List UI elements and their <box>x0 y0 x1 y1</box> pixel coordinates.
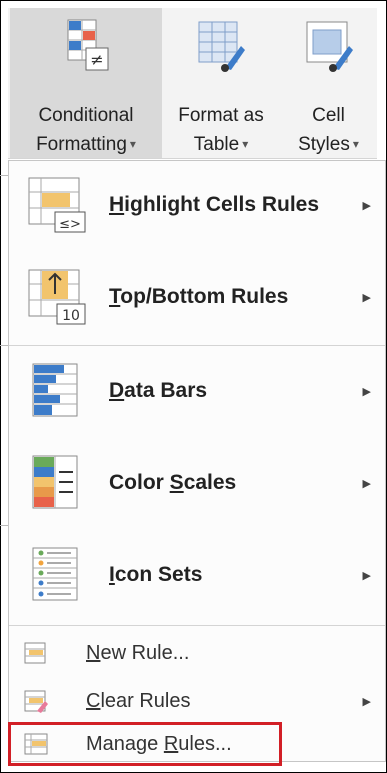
highlight-cells-icon: ≤> <box>28 177 86 233</box>
menu-item-icon-sets[interactable]: Icon Sets ▶ <box>9 531 385 623</box>
format-as-table-label-2: Table <box>193 134 240 155</box>
menu-item-data-bars[interactable]: Data Bars ▶ <box>9 347 385 439</box>
top-bottom-icon: 10 <box>28 269 86 325</box>
submenu-arrow-icon: ▶ <box>362 386 371 398</box>
menu-item-label: Color Scales <box>109 471 237 494</box>
manage-rules-highlight-box <box>8 722 282 766</box>
conditional-formatting-button[interactable]: ≠ Conditional Formatting ▾ <box>10 8 162 158</box>
submenu-arrow-icon: ▶ <box>362 292 371 304</box>
format-as-table-label-1: Format as <box>178 105 264 126</box>
submenu-arrow-icon: ▶ <box>362 570 371 582</box>
conditional-formatting-label-2: Formatting <box>36 134 127 155</box>
menu-item-new-rule[interactable]: New Rule... <box>9 633 385 673</box>
format-as-table-icon <box>198 21 245 72</box>
menu-separator <box>9 345 385 346</box>
sheet-gridline <box>0 525 8 526</box>
data-bars-icon <box>32 363 78 417</box>
ribbon-styles-group: ≠ Conditional Formatting ▾ Format as Tabl… <box>8 8 377 159</box>
menu-separator <box>9 625 385 626</box>
menu-item-label: Top/Bottom Rules <box>109 285 289 308</box>
menu-item-label: New Rule... <box>86 642 190 664</box>
menu-item-label: Highlight Cells Rules <box>109 193 320 216</box>
color-scales-icon <box>32 455 78 509</box>
sheet-gridline <box>0 175 8 176</box>
svg-text:10: 10 <box>62 308 80 324</box>
menu-item-top-bottom-rules[interactable]: 10 Top/Bottom Rules ▶ <box>9 253 385 345</box>
svg-text:≤>: ≤> <box>59 217 81 232</box>
menu-item-clear-rules[interactable]: Clear Rules ▶ <box>9 681 385 721</box>
clear-rules-icon <box>24 690 48 713</box>
cell-styles-label-1: Cell <box>312 105 345 126</box>
menu-item-label: Clear Rules <box>86 690 191 712</box>
menu-item-highlight-cells-rules[interactable]: ≤> Highlight Cells Rules ▶ <box>9 161 385 253</box>
submenu-arrow-icon: ▶ <box>362 200 371 212</box>
submenu-arrow-icon: ▶ <box>362 478 371 490</box>
cell-styles-button[interactable]: Cell Styles ▾ <box>280 8 377 158</box>
cell-styles-label-2: Styles <box>298 134 350 155</box>
menu-item-color-scales[interactable]: Color Scales ▶ <box>9 439 385 531</box>
conditional-formatting-icon: ≠ <box>67 19 109 71</box>
icon-sets-icon <box>32 547 78 601</box>
chevron-down-icon: ▾ <box>242 137 249 151</box>
sheet-gridline <box>0 345 8 346</box>
conditional-formatting-label-1: Conditional <box>38 105 134 126</box>
cell-styles-icon <box>306 21 353 72</box>
menu-item-label: Icon Sets <box>109 563 203 586</box>
submenu-arrow-icon: ▶ <box>362 696 371 708</box>
svg-text:≠: ≠ <box>90 50 103 69</box>
conditional-formatting-menu: ≤> Highlight Cells Rules ▶ 10 Top/Bottom… <box>8 160 386 762</box>
chevron-down-icon: ▾ <box>129 137 136 151</box>
menu-item-label: Data Bars <box>109 379 208 402</box>
format-as-table-button[interactable]: Format as Table ▾ <box>166 8 276 158</box>
chevron-down-icon: ▾ <box>352 137 359 151</box>
new-rule-icon <box>24 642 46 664</box>
